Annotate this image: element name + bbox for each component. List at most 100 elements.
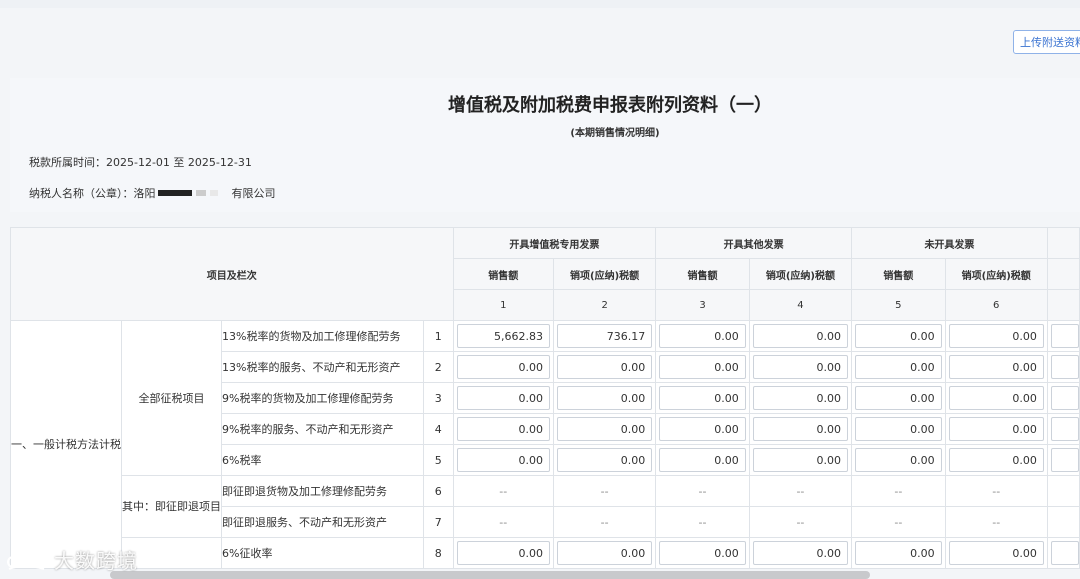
row-line-number: 5 (423, 444, 454, 476)
row-line-number: 7 (423, 506, 454, 538)
col-header: 销售额 (851, 258, 946, 290)
row-line-number: 3 (423, 382, 454, 414)
form-title: 增值税及附加税费申报表附列资料（一） (448, 95, 772, 116)
amount-input[interactable]: 0.00 (456, 355, 550, 379)
value-cell: 0.00 (851, 444, 946, 476)
value-cell-overflow (1046, 382, 1080, 414)
amount-input[interactable]: 0.00 (752, 448, 849, 472)
value-cell: 0.00 (944, 537, 1048, 569)
top-strip (0, 0, 1080, 8)
value-cell-overflow (1046, 537, 1080, 569)
value-cell-disabled: -- (944, 506, 1048, 538)
horizontal-scrollbar[interactable] (110, 571, 870, 579)
amount-input[interactable]: 0.00 (659, 541, 746, 565)
amount-input[interactable] (1050, 417, 1079, 441)
value-cell-overflow (1046, 506, 1080, 538)
amount-input[interactable]: 0.00 (948, 541, 1044, 565)
redaction-block (157, 190, 192, 196)
amount-input[interactable]: 0.00 (948, 448, 1044, 472)
col-number (1046, 289, 1080, 321)
amount-input[interactable]: 0.00 (659, 448, 746, 472)
value-cell: 0.00 (452, 382, 554, 414)
col-number: 4 (748, 289, 853, 321)
col-header: 销项(应纳)税额 (944, 258, 1048, 290)
amount-input[interactable]: 0.00 (456, 448, 550, 472)
group-header-special-invoice: 开具增值税专用发票 (452, 227, 657, 259)
group-label-immediate-refund: 其中：即征即退项目 (121, 475, 222, 538)
value-cell: 5,662.83 (452, 320, 554, 352)
col-number: 1 (452, 289, 554, 321)
taxpayer-name-suffix: 有限公司 (231, 187, 276, 200)
amount-input[interactable] (1050, 448, 1079, 472)
amount-input[interactable]: 0.00 (855, 355, 942, 379)
amount-input[interactable]: 0.00 (752, 541, 849, 565)
amount-input[interactable]: 0.00 (752, 417, 849, 441)
amount-input[interactable]: 0.00 (456, 541, 550, 565)
amount-input[interactable]: 0.00 (752, 324, 849, 348)
value-cell: 0.00 (851, 537, 946, 569)
redaction-block (195, 190, 206, 196)
table-row: 其中：即征即退项目 即征即退货物及加工修理修配劳务 6 -- -- -- -- -- -- (11, 475, 1080, 538)
amount-input[interactable]: 0.00 (855, 386, 942, 410)
row-line-number: 2 (423, 351, 454, 383)
amount-input[interactable]: 0.00 (855, 417, 942, 441)
amount-input[interactable]: 0.00 (855, 324, 942, 348)
amount-input[interactable]: 5,662.83 (456, 324, 550, 348)
amount-input[interactable]: 0.00 (456, 386, 550, 410)
value-cell: 0.00 (944, 382, 1048, 414)
value-cell-overflow (1046, 413, 1080, 445)
value-cell-disabled: -- (452, 475, 554, 507)
value-cell: 0.00 (748, 382, 853, 414)
amount-input[interactable]: 0.00 (659, 324, 746, 348)
value-cell-disabled: -- (452, 506, 554, 538)
amount-input[interactable]: 0.00 (557, 386, 653, 410)
value-cell-disabled: -- (944, 475, 1048, 507)
item-header: 项目及栏次 (10, 227, 454, 321)
amount-input[interactable]: 0.00 (659, 417, 746, 441)
amount-input[interactable]: 0.00 (557, 417, 653, 441)
value-cell-disabled: -- (851, 506, 946, 538)
amount-input[interactable]: 0.00 (752, 355, 849, 379)
value-cell: 0.00 (748, 537, 853, 569)
amount-input[interactable]: 0.00 (557, 541, 653, 565)
amount-input[interactable]: 0.00 (948, 386, 1044, 410)
group-label-full-taxable: 全部征税项目 (121, 320, 222, 476)
redaction-block (209, 190, 218, 196)
row-line-number: 4 (423, 413, 454, 445)
row-item-label: 9%税率的服务、不动产和无形资产 (220, 413, 425, 445)
value-cell: 0.00 (655, 537, 750, 569)
amount-input[interactable]: 0.00 (557, 355, 653, 379)
amount-input[interactable] (1050, 386, 1079, 410)
col-number: 5 (851, 289, 946, 321)
value-cell-overflow (1046, 351, 1080, 383)
amount-input[interactable] (1050, 541, 1079, 565)
amount-input[interactable]: 0.00 (948, 324, 1044, 348)
amount-input[interactable]: 0.00 (557, 448, 653, 472)
amount-input[interactable]: 0.00 (456, 417, 550, 441)
value-cell-disabled: -- (655, 475, 750, 507)
value-cell-disabled: -- (851, 475, 946, 507)
amount-input[interactable]: 0.00 (659, 355, 746, 379)
amount-input[interactable]: 0.00 (855, 448, 942, 472)
amount-input[interactable]: 0.00 (948, 417, 1044, 441)
col-number: 2 (552, 289, 657, 321)
amount-input[interactable] (1050, 324, 1079, 348)
taxpayer-name-prefix: 纳税人名称（公章）：洛阳 (29, 187, 156, 200)
amount-input[interactable]: 0.00 (948, 355, 1044, 379)
row-line-number: 1 (423, 320, 454, 352)
tax-period: 税款所属时间：2025-12-01 至 2025-12-31 (29, 156, 252, 169)
amount-input[interactable]: 0.00 (659, 386, 746, 410)
value-cell: 0.00 (552, 413, 657, 445)
row-line-number: 8 (423, 537, 454, 569)
amount-input[interactable] (1050, 355, 1079, 379)
col-header: 销售额 (655, 258, 750, 290)
value-cell: 0.00 (655, 444, 750, 476)
value-cell-disabled: -- (655, 506, 750, 538)
amount-input[interactable]: 736.17 (557, 324, 653, 348)
value-cell: 0.00 (655, 320, 750, 352)
amount-input[interactable]: 0.00 (752, 386, 849, 410)
amount-input[interactable]: 0.00 (855, 541, 942, 565)
upload-attachment-button[interactable]: 上传附送资料 (1013, 30, 1080, 54)
value-cell-overflow (1046, 475, 1080, 507)
value-cell: 0.00 (655, 351, 750, 383)
